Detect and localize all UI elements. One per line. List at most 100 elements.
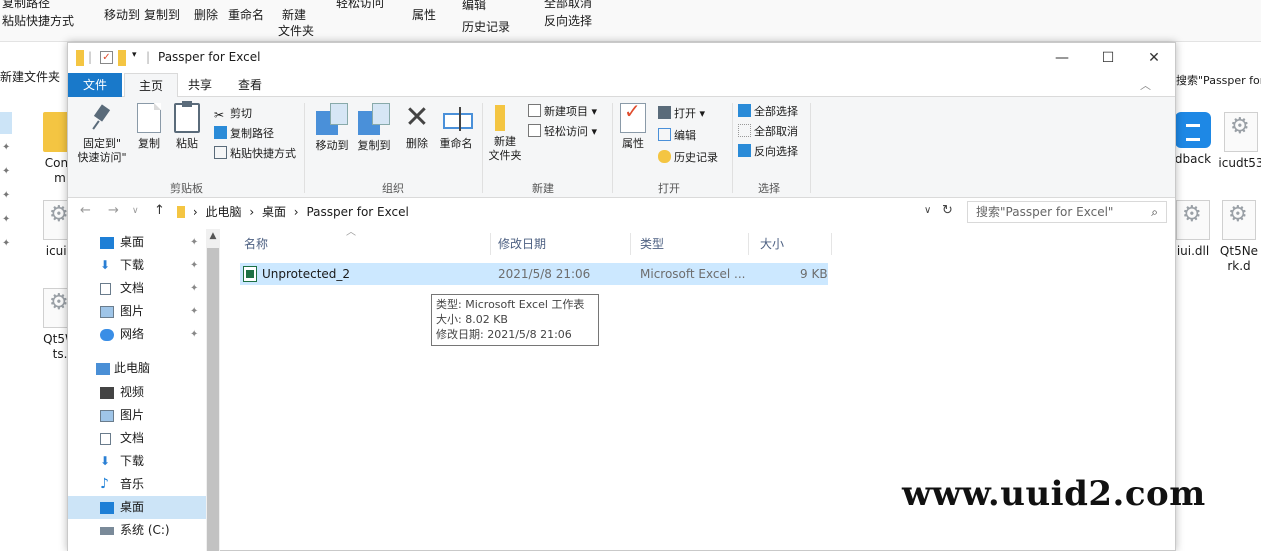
refresh-icon[interactable]: ↻	[942, 203, 953, 218]
desktop-icon	[100, 502, 114, 514]
tab-file[interactable]: 文件	[68, 73, 122, 97]
address-bar[interactable]: › 此电脑 › 桌面 › Passper for Excel	[170, 201, 960, 223]
nav-item-downloads[interactable]: ⬇ 下载 ✦	[68, 254, 206, 277]
breadcrumb-this-pc[interactable]: 此电脑	[205, 205, 241, 219]
breadcrumb-current[interactable]: Passper for Excel	[306, 205, 408, 219]
blue-app-icon	[1175, 112, 1211, 148]
column-header-date[interactable]: 修改日期	[498, 229, 546, 259]
file-name: Unprotected_2	[262, 267, 351, 281]
pin-icon[interactable]: ✦	[190, 277, 198, 300]
pin-icon[interactable]: ✦	[190, 300, 198, 323]
bg-selection	[0, 112, 12, 134]
ribbon-tabs: 文件 主页 共享 查看 ︿	[68, 73, 1175, 98]
select-none-button[interactable]: 全部取消	[738, 123, 798, 141]
rename-button[interactable]: 重命名	[436, 101, 476, 151]
breadcrumb-chevron-icon[interactable]: ›	[249, 205, 254, 219]
nav-scrollbar-thumb[interactable]	[207, 248, 219, 551]
close-button[interactable]: ✕	[1131, 43, 1177, 73]
bg-file-item[interactable]: Qt5Ne rk.d	[1216, 200, 1261, 274]
open-icon	[658, 106, 671, 119]
breadcrumb-desktop[interactable]: 桌面	[262, 205, 286, 219]
history-button[interactable]: 历史记录	[658, 149, 718, 167]
forward-arrow-icon[interactable]: →	[108, 203, 119, 218]
bg-pin-icon: ✦	[2, 142, 11, 153]
nav-item-this-pc[interactable]: 此电脑	[68, 357, 206, 380]
nav-item-desktop-pc[interactable]: 桌面	[68, 496, 206, 519]
minimize-button[interactable]: —	[1039, 43, 1085, 73]
search-icon[interactable]: ⌕	[1151, 202, 1158, 222]
new-folder-button[interactable]: 新建 文件夹	[486, 101, 524, 163]
cut-button[interactable]: ✂ 剪切	[214, 105, 252, 123]
column-header-type[interactable]: 类型	[640, 229, 664, 259]
nav-item-downloads-pc[interactable]: ⬇ 下载	[68, 450, 206, 473]
nav-item-documents-pc[interactable]: 文档	[68, 427, 206, 450]
new-item-button[interactable]: 新建项目 ▾	[528, 103, 597, 121]
title-bar: | ✓ ▾ | Passper for Excel — ☐ ✕	[68, 43, 1175, 73]
nav-item-network[interactable]: 网络 ✦	[68, 323, 206, 346]
copy-button[interactable]: 复制	[134, 101, 164, 151]
select-all-button[interactable]: 全部选择	[738, 103, 798, 121]
properties-quick-icon[interactable]: ✓	[100, 51, 113, 64]
pin-icon[interactable]: ✦	[190, 323, 198, 346]
ribbon-divider	[482, 103, 483, 193]
sort-caret-icon: ︿	[346, 227, 356, 238]
bg-file-item[interactable]: icudt53	[1218, 112, 1261, 171]
column-divider[interactable]	[831, 233, 832, 255]
table-row[interactable]: Unprotected_2 2021/5/8 21:06 Microsoft E…	[240, 263, 828, 285]
pin-icon[interactable]: ✦	[190, 231, 198, 254]
ribbon-home: 固定到" 快速访问" 复制 粘贴 ✂ 剪切 复制路径 粘贴快捷方式 剪贴板 移动到…	[68, 97, 1175, 198]
column-divider[interactable]	[748, 233, 749, 255]
group-label-open: 打开	[658, 182, 680, 195]
nav-item-system-drive[interactable]: 系统 (C:)	[68, 519, 206, 542]
paste-shortcut-button[interactable]: 粘贴快捷方式	[214, 145, 296, 163]
breadcrumb-chevron-icon[interactable]: ›	[294, 205, 299, 219]
delete-x-icon: ✕	[404, 100, 430, 135]
search-input[interactable]: 搜索"Passper for Excel" ⌕	[967, 201, 1167, 223]
collapse-ribbon-icon[interactable]: ︿	[1140, 77, 1151, 93]
easy-access-icon	[528, 124, 541, 137]
nav-item-pictures-pc[interactable]: 图片	[68, 404, 206, 427]
bg-file-item[interactable]: iui.dll	[1172, 200, 1214, 259]
tab-view[interactable]: 查看	[224, 73, 276, 97]
bg-file-item[interactable]: dback	[1172, 112, 1214, 167]
window-title: Passper for Excel	[158, 50, 261, 64]
column-divider[interactable]	[630, 233, 631, 255]
separator: |	[146, 50, 151, 64]
open-button[interactable]: 打开 ▾	[658, 105, 705, 123]
maximize-button[interactable]: ☐	[1085, 43, 1131, 73]
edit-button[interactable]: 编辑	[658, 127, 696, 145]
pin-icon[interactable]: ✦	[190, 254, 198, 277]
up-arrow-icon[interactable]: ↑	[154, 203, 165, 218]
tab-home[interactable]: 主页	[124, 73, 179, 98]
scroll-up-icon[interactable]: ▲	[206, 231, 220, 241]
properties-button[interactable]: 属性	[618, 101, 648, 151]
bg-edit: 编辑	[462, 0, 487, 12]
invert-selection-button[interactable]: 反向选择	[738, 143, 798, 161]
paste-button[interactable]: 粘贴	[172, 101, 202, 151]
nav-item-desktop[interactable]: 桌面 ✦	[68, 231, 206, 254]
column-header-name[interactable]: 名称	[244, 229, 268, 259]
copy-to-button[interactable]: 复制到	[354, 101, 394, 153]
column-divider[interactable]	[490, 233, 491, 255]
address-dropdown-icon[interactable]: ∨	[924, 205, 931, 216]
scissors-icon: ✂	[214, 108, 225, 122]
nav-item-documents[interactable]: 文档 ✦	[68, 277, 206, 300]
quick-access-dropdown-icon[interactable]: ▾	[132, 50, 137, 66]
nav-item-videos[interactable]: 视频	[68, 381, 206, 404]
recent-dropdown-icon[interactable]: ∨	[132, 206, 139, 216]
column-header-size[interactable]: 大小	[760, 229, 784, 259]
nav-item-music[interactable]: ♪ 音乐	[68, 473, 206, 496]
bg-new-folder-tab: 新建文件夹	[0, 70, 61, 84]
ribbon-divider	[810, 103, 811, 193]
file-size: 9 KB	[800, 267, 828, 281]
new-folder-quick-icon[interactable]	[118, 50, 126, 66]
back-arrow-icon[interactable]: ←	[80, 203, 91, 218]
nav-item-pictures[interactable]: 图片 ✦	[68, 300, 206, 323]
easy-access-button[interactable]: 轻松访问 ▾	[528, 123, 597, 141]
pictures-icon	[100, 410, 114, 422]
move-to-button[interactable]: 移动到	[312, 101, 352, 153]
tab-share[interactable]: 共享	[174, 73, 226, 97]
delete-button[interactable]: ✕ 删除	[402, 101, 432, 151]
pin-to-quick-access-button[interactable]: 固定到" 快速访问"	[74, 101, 130, 165]
copy-path-button[interactable]: 复制路径	[214, 125, 274, 143]
